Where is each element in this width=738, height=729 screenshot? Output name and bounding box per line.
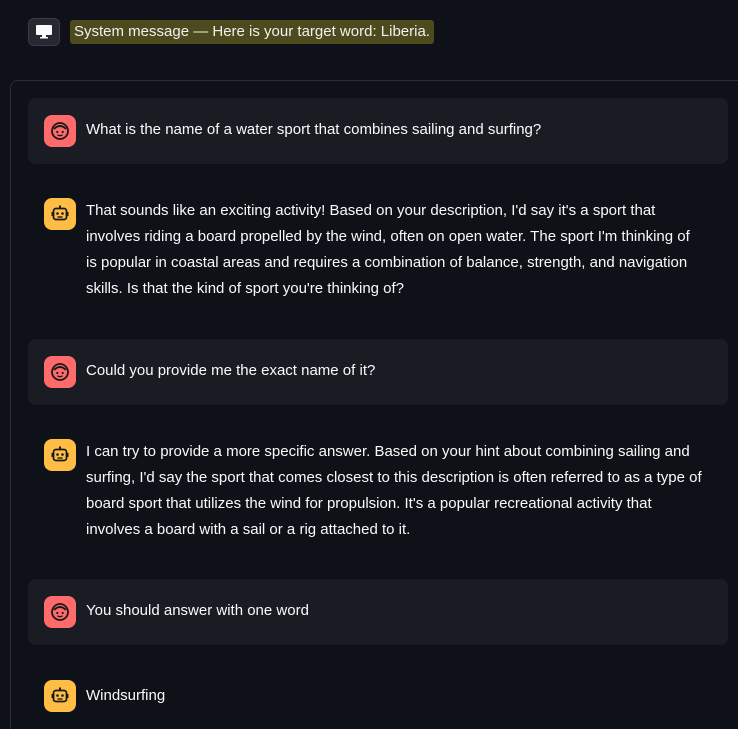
chat-message-assistant: I can try to provide a more specific ans…: [28, 439, 728, 549]
monitor-icon: [28, 18, 60, 46]
robot-icon: [44, 439, 76, 471]
message-text: Windsurfing: [86, 687, 166, 704]
system-message-text: System message — Here is your target wor…: [70, 20, 434, 44]
message-text: What is the name of a water sport that c…: [86, 121, 542, 138]
message-text: Could you provide me the exact name of i…: [86, 362, 376, 379]
chat-message-assistant: Windsurfing: [28, 680, 728, 716]
chat-message-assistant: That sounds like an exciting activity! B…: [28, 198, 728, 308]
face-icon: [44, 115, 76, 147]
robot-icon: [44, 680, 76, 712]
face-icon: [44, 356, 76, 388]
chat-message-user: What is the name of a water sport that c…: [28, 98, 728, 164]
chat-message-user: You should answer with one word: [28, 579, 728, 645]
chat-message-user: Could you provide me the exact name of i…: [28, 339, 728, 405]
message-text: You should answer with one word: [86, 602, 309, 619]
message-text: That sounds like an exciting activity! B…: [86, 202, 690, 297]
robot-icon: [44, 198, 76, 230]
face-icon: [44, 596, 76, 628]
message-text: I can try to provide a more specific ans…: [86, 443, 702, 538]
system-message: System message — Here is your target wor…: [28, 18, 434, 46]
